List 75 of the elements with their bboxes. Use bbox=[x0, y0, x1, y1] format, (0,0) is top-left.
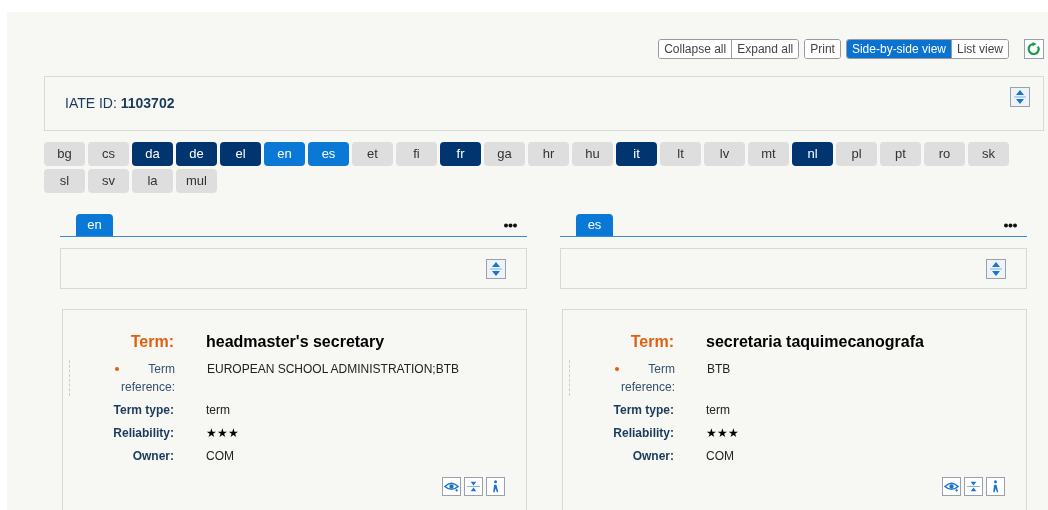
required-icon bbox=[614, 367, 619, 371]
field-label: Owner: bbox=[131, 448, 174, 465]
field-value: term bbox=[206, 402, 230, 419]
field-label: Owner: bbox=[631, 448, 674, 465]
language-button[interactable]: ro bbox=[924, 142, 965, 166]
view-button[interactable] bbox=[442, 477, 461, 496]
language-button[interactable]: la bbox=[132, 169, 173, 193]
eye-icon bbox=[944, 479, 959, 494]
refresh-icon bbox=[1027, 42, 1041, 56]
language-button[interactable]: mt bbox=[748, 142, 789, 166]
expand-collapse-icon bbox=[989, 260, 1003, 277]
language-button[interactable]: it bbox=[616, 142, 657, 166]
term-label: Term: bbox=[129, 332, 174, 352]
language-button[interactable]: fi bbox=[396, 142, 437, 166]
term-text: headmaster's secretary bbox=[206, 332, 385, 352]
language-button[interactable]: nl bbox=[792, 142, 833, 166]
toolbar-button[interactable]: Side-by-side view bbox=[846, 40, 951, 58]
expand-collapse-button[interactable] bbox=[486, 258, 506, 279]
language-button[interactable]: hr bbox=[528, 142, 569, 166]
iate-id-text: IATE ID: 1103702 bbox=[65, 94, 175, 113]
language-button[interactable]: bg bbox=[44, 142, 85, 166]
refresh-button[interactable] bbox=[1024, 39, 1044, 59]
field-label: Term type: bbox=[612, 402, 674, 419]
language-button[interactable]: et bbox=[352, 142, 393, 166]
language-button[interactable]: pt bbox=[880, 142, 921, 166]
field-value: term bbox=[706, 402, 730, 419]
term-text: secretaria taquimecanografa bbox=[706, 332, 924, 352]
language-button[interactable]: lt bbox=[660, 142, 701, 166]
more-icon[interactable] bbox=[1004, 223, 1017, 228]
field-value: BTB bbox=[707, 361, 731, 378]
language-button[interactable]: en bbox=[264, 142, 305, 166]
field-label: Reliability: bbox=[612, 425, 674, 442]
person-button[interactable] bbox=[986, 477, 1005, 496]
collapse-icon bbox=[966, 479, 981, 494]
field-label: Term reference: bbox=[120, 361, 175, 396]
language-button[interactable]: hu bbox=[572, 142, 613, 166]
field-label: Term type: bbox=[112, 402, 174, 419]
language-button[interactable]: lv bbox=[704, 142, 745, 166]
collapse-button[interactable] bbox=[464, 477, 483, 496]
required-icon bbox=[114, 367, 119, 371]
reliability-stars: ★★★ bbox=[206, 425, 239, 442]
toolbar-button[interactable]: List view bbox=[951, 40, 1008, 58]
field-label: Term reference: bbox=[620, 361, 675, 396]
expand-collapse-icon bbox=[489, 260, 503, 277]
language-button[interactable]: ga bbox=[484, 142, 525, 166]
language-button[interactable]: da bbox=[132, 142, 173, 166]
field-label: Reliability: bbox=[112, 425, 174, 442]
collapse-icon bbox=[466, 479, 481, 494]
language-button[interactable]: fr bbox=[440, 142, 481, 166]
expand-collapse-icon bbox=[1013, 88, 1027, 105]
language-button[interactable]: sv bbox=[88, 169, 129, 193]
toolbar-button[interactable]: Expand all bbox=[731, 40, 799, 58]
field-value: COM bbox=[706, 448, 734, 465]
language-button[interactable]: de bbox=[176, 142, 217, 166]
view-button[interactable] bbox=[942, 477, 961, 496]
language-button[interactable]: sk bbox=[968, 142, 1009, 166]
language-button[interactable]: sl bbox=[44, 169, 85, 193]
language-button[interactable]: el bbox=[220, 142, 261, 166]
eye-icon bbox=[444, 479, 459, 494]
language-tab[interactable]: es bbox=[576, 214, 613, 236]
more-icon[interactable] bbox=[504, 223, 517, 228]
expand-collapse-button[interactable] bbox=[986, 258, 1006, 279]
language-button[interactable]: pl bbox=[836, 142, 877, 166]
field-value: COM bbox=[206, 448, 234, 465]
collapse-button[interactable] bbox=[964, 477, 983, 496]
person-button[interactable] bbox=[486, 477, 505, 496]
term-label: Term: bbox=[629, 332, 674, 352]
language-button[interactable]: mul bbox=[176, 169, 217, 193]
language-tab[interactable]: en bbox=[76, 214, 113, 236]
expand-collapse-button[interactable] bbox=[1010, 86, 1030, 107]
toolbar-button[interactable]: Print bbox=[805, 40, 840, 58]
field-value: EUROPEAN SCHOOL ADMINISTRATION;BTB bbox=[207, 361, 460, 378]
reliability-stars: ★★★ bbox=[706, 425, 739, 442]
language-button[interactable]: cs bbox=[88, 142, 129, 166]
language-button[interactable]: es bbox=[308, 142, 349, 166]
